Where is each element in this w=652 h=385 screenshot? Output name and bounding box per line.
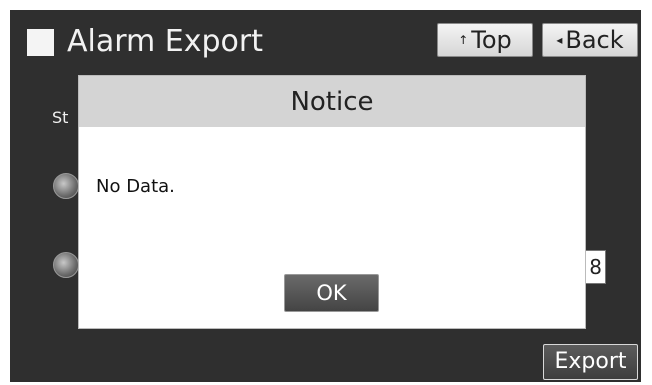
back-button[interactable]: ◂ Back xyxy=(542,23,638,57)
triangle-left-icon: ◂ xyxy=(556,33,563,47)
ok-button[interactable]: OK xyxy=(284,274,379,312)
arrow-up-icon: ↑ xyxy=(458,33,469,47)
dialog-message: No Data. xyxy=(96,176,175,197)
radio-option-1[interactable] xyxy=(53,173,79,199)
notice-dialog: Notice No Data. OK xyxy=(78,75,586,329)
top-button-label: Top xyxy=(471,26,512,54)
back-button-label: Back xyxy=(565,26,624,54)
dialog-title: Notice xyxy=(79,76,585,127)
page-title: Alarm Export xyxy=(67,24,264,59)
radio-option-2[interactable] xyxy=(53,252,79,278)
background-section-label: St xyxy=(52,108,69,127)
device-screen: Alarm Export ↑ Top ◂ Back St 8 Export No… xyxy=(10,10,641,382)
title-marker-icon xyxy=(27,29,54,56)
top-button[interactable]: ↑ Top xyxy=(437,23,533,57)
export-button[interactable]: Export xyxy=(543,344,638,380)
